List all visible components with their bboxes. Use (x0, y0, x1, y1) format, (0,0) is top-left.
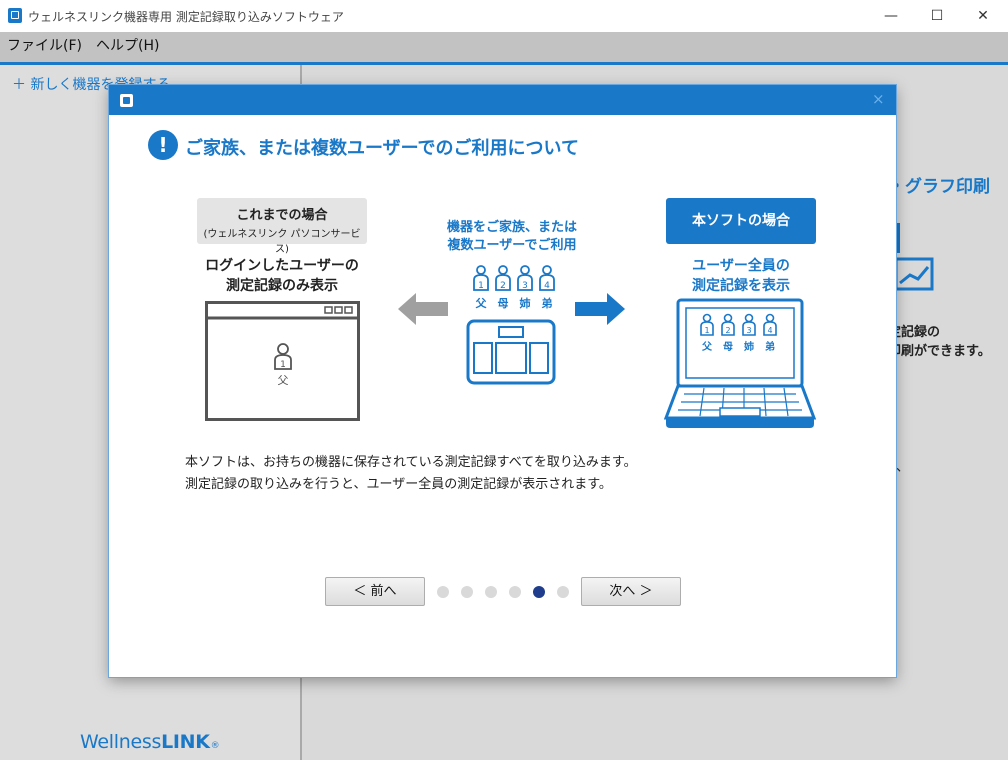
wellnesslink-logo: WellnessLINK® (80, 731, 220, 753)
background-text-3: 、 (896, 460, 910, 475)
center-caption-line1: 機器をご家族、または (446, 220, 577, 235)
dialog-app-icon (120, 94, 133, 107)
before-badge: これまでの場合 (ウェルネスリンク パソコンサービス) (197, 198, 367, 255)
browser-window-icon: 1 父 (205, 301, 360, 421)
center-user-4-label: 弟 (542, 296, 553, 310)
pagination-dot-5[interactable] (533, 586, 545, 598)
logo-text-bold: LINK (161, 731, 210, 753)
before-label: これまでの場合 (236, 208, 328, 223)
dialog-header: × (109, 85, 896, 115)
app-icon (8, 8, 22, 23)
after-user-1-label: 父 (701, 341, 713, 353)
title-bar: ウェルネスリンク機器専用 測定記録取り込みソフトウェア — ☐ ✕ (0, 0, 1008, 32)
before-description: ログインしたユーザーの 測定記録のみ表示 (187, 256, 377, 296)
center-user-3-label: 姉 (520, 296, 531, 310)
logo-text-regular: Wellness (80, 731, 162, 753)
before-user-label: 父 (278, 374, 289, 387)
info-dialog: × ! ご家族、または複数ユーザーでのご利用について これまでの場合 (ウェルネ… (109, 85, 896, 677)
arrow-left-icon (398, 293, 448, 325)
before-desc-line2: 測定記録のみ表示 (226, 278, 338, 294)
prev-button[interactable]: ＜ 前へ (325, 577, 425, 606)
next-button[interactable]: 次へ ＞ (581, 577, 681, 606)
background-text-2: 印刷ができます。 (888, 344, 991, 359)
body-text-line2: 測定記録の取り込みを行うと、ユーザー全員の測定記録が表示されます。 (185, 477, 612, 492)
family-users-icon: 1 2 3 4 父 母 姉 弟 (473, 265, 555, 310)
dialog-title: ご家族、または複数ユーザーでのご利用について (185, 138, 580, 159)
close-window-button[interactable]: ✕ (960, 0, 1006, 32)
after-badge: 本ソフトの場合 (666, 198, 816, 244)
after-user-2-label: 母 (723, 341, 733, 353)
menu-help[interactable]: ヘルプ(H) (96, 35, 159, 55)
after-desc-line2: 測定記録を表示 (692, 278, 790, 294)
center-user-3-number: 3 (522, 281, 528, 291)
before-desc-line1: ログインしたユーザーの (205, 258, 359, 274)
before-sublabel: (ウェルネスリンク パソコンサービス) (203, 229, 361, 255)
pagination-dot-4[interactable] (509, 586, 521, 598)
pagination-dot-1[interactable] (437, 586, 449, 598)
after-user-4-number: 4 (767, 326, 772, 335)
pagination-dot-3[interactable] (485, 586, 497, 598)
center-user-4-number: 4 (544, 281, 550, 291)
menu-file[interactable]: ファイル(F) (7, 35, 82, 55)
before-user-number: 1 (280, 360, 286, 370)
laptop-icon: 1 2 3 4 父 母 姉 弟 (664, 298, 816, 428)
after-desc-line1: ユーザー全員の (692, 258, 790, 274)
dialog-close-button[interactable]: × (872, 90, 885, 108)
after-user-2-number: 2 (725, 326, 730, 335)
after-description: ユーザー全員の 測定記録を表示 (666, 256, 816, 296)
center-user-2-label: 母 (498, 297, 509, 310)
background-heading: ・グラフ印刷 (888, 177, 990, 197)
center-user-1-label: 父 (475, 297, 488, 310)
pagination-dot-6[interactable] (557, 586, 569, 598)
after-user-3-label: 姉 (744, 340, 754, 353)
center-caption-line2: 複数ユーザーでご利用 (447, 238, 577, 253)
minimize-button[interactable]: — (868, 0, 914, 32)
pagination-dot-2[interactable] (461, 586, 473, 598)
maximize-button[interactable]: ☐ (914, 0, 960, 32)
dialog-body-text: 本ソフトは、お持ちの機器に保存されている測定記録すべてを取り込みます。 測定記録… (185, 452, 637, 496)
center-caption: 機器をご家族、または 複数ユーザーでご利用 (432, 219, 592, 255)
arrow-right-icon (575, 293, 625, 325)
after-user-1-number: 1 (704, 326, 709, 335)
center-user-2-number: 2 (500, 281, 506, 291)
menu-bar: ファイル(F) ヘルプ(H) (0, 32, 1008, 62)
window-title: ウェルネスリンク機器専用 測定記録取り込みソフトウェア (28, 10, 344, 24)
graph-icon (896, 223, 934, 291)
center-user-1-number: 1 (478, 281, 484, 291)
after-user-3-number: 3 (746, 326, 751, 335)
after-user-4-label: 弟 (765, 340, 775, 353)
body-text-line1: 本ソフトは、お持ちの機器に保存されている測定記録すべてを取り込みます。 (185, 455, 637, 470)
body-scale-icon (466, 319, 556, 385)
logo-registered-mark: ® (210, 741, 220, 751)
info-icon: ! (148, 130, 178, 160)
